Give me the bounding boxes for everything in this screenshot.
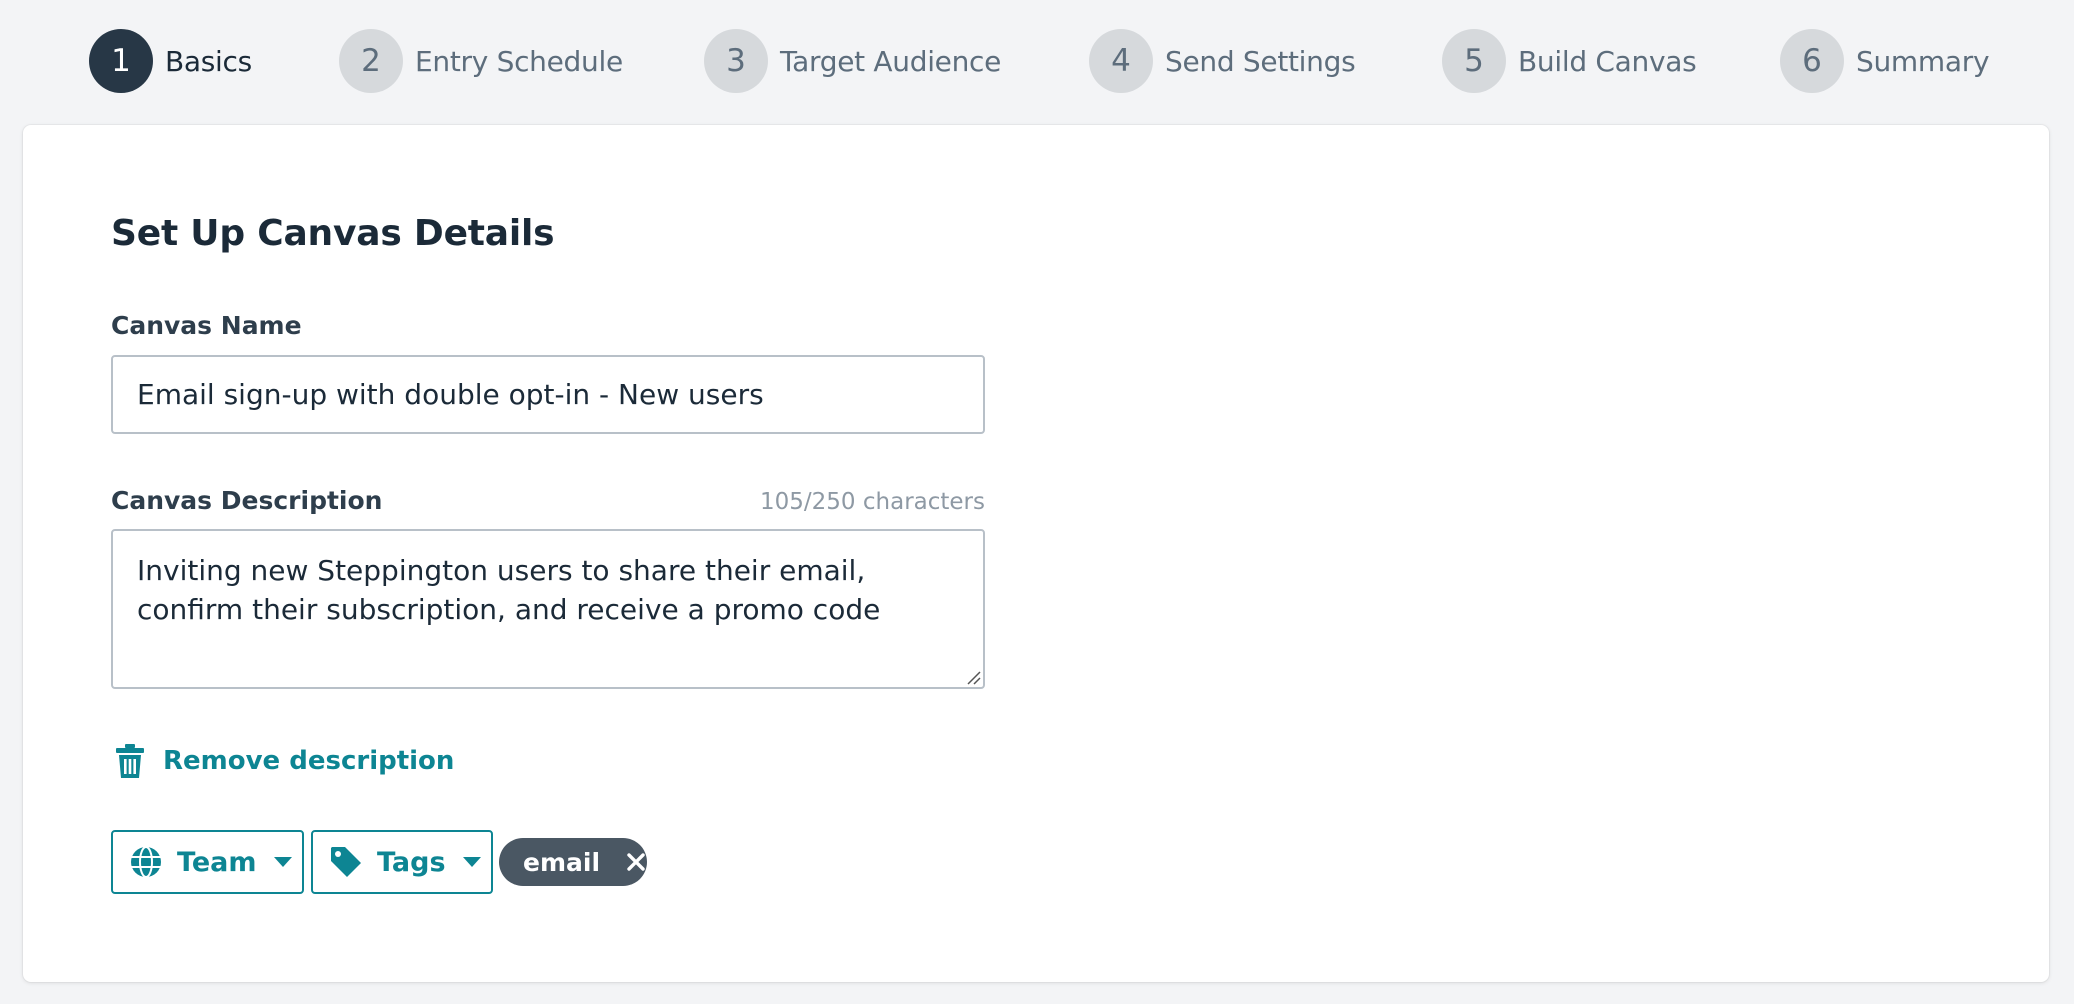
tags-label: Tags <box>377 846 446 878</box>
tag-chip-label: email <box>523 847 601 877</box>
globe-icon <box>131 846 161 878</box>
step-number: 1 <box>89 29 153 93</box>
remove-description-button[interactable]: Remove description <box>115 741 454 781</box>
resize-handle-icon[interactable] <box>965 669 981 685</box>
canvas-details-card: Set Up Canvas Details Canvas Name Email … <box>23 125 2049 982</box>
step-target-audience[interactable]: 3 Target Audience <box>704 29 1001 93</box>
team-dropdown-button[interactable]: Team <box>111 830 304 894</box>
page-title: Set Up Canvas Details <box>111 213 555 254</box>
team-label: Team <box>177 846 257 878</box>
step-entry-schedule[interactable]: 2 Entry Schedule <box>339 29 623 93</box>
character-count: 105/250 characters <box>760 489 985 515</box>
canvas-description-textarea[interactable]: Inviting new Steppington users to share … <box>111 529 985 689</box>
caret-down-icon <box>273 857 292 867</box>
tags-dropdown-button[interactable]: Tags <box>311 830 493 894</box>
step-number: 2 <box>339 29 403 93</box>
step-build-canvas[interactable]: 5 Build Canvas <box>1442 29 1697 93</box>
step-summary[interactable]: 6 Summary <box>1780 29 1990 93</box>
step-send-settings[interactable]: 4 Send Settings <box>1089 29 1356 93</box>
step-label: Summary <box>1856 44 1990 78</box>
step-number: 5 <box>1442 29 1506 93</box>
canvas-description-value: Inviting new Steppington users to share … <box>137 554 881 626</box>
canvas-name-value: Email sign-up with double opt-in - New u… <box>137 378 764 411</box>
close-icon[interactable] <box>626 852 646 872</box>
step-label: Target Audience <box>780 44 1002 78</box>
step-number: 4 <box>1089 29 1153 93</box>
step-label: Basics <box>165 44 252 78</box>
step-label: Send Settings <box>1165 44 1356 78</box>
canvas-name-label: Canvas Name <box>111 311 302 340</box>
canvas-description-label: Canvas Description <box>111 486 383 515</box>
step-number: 6 <box>1780 29 1844 93</box>
step-navigation: 1 Basics 2 Entry Schedule 3 Target Audie… <box>0 0 2074 124</box>
remove-description-label: Remove description <box>163 746 455 776</box>
step-label: Entry Schedule <box>415 44 623 78</box>
canvas-name-input[interactable]: Email sign-up with double opt-in - New u… <box>111 355 985 434</box>
caret-down-icon <box>462 857 481 867</box>
step-basics[interactable]: 1 Basics <box>89 29 252 93</box>
step-number: 3 <box>704 29 768 93</box>
tag-icon <box>331 847 361 877</box>
step-label: Build Canvas <box>1518 44 1697 78</box>
tag-chip-email: email <box>499 838 647 886</box>
trash-icon <box>116 744 144 778</box>
